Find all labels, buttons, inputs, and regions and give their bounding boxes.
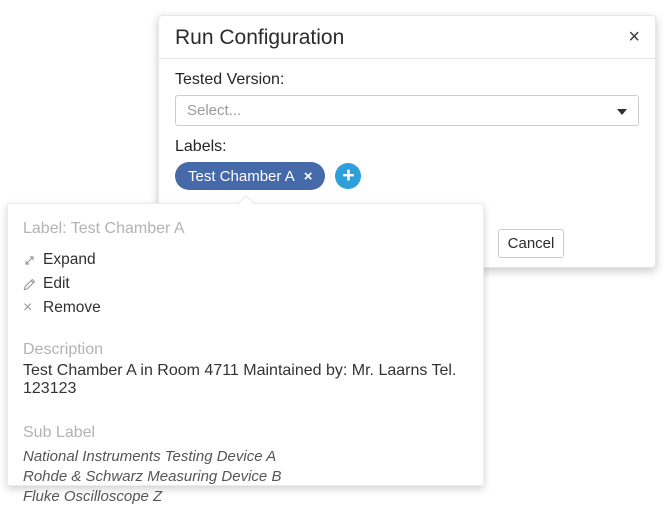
tested-version-placeholder: Select... [187, 102, 241, 119]
sub-label-list: National Instruments Testing Device A Ro… [23, 447, 468, 507]
chevron-down-icon [617, 109, 627, 115]
close-icon[interactable]: × [628, 24, 640, 50]
edit-icon [23, 278, 38, 291]
remove-icon: × [23, 301, 38, 315]
label-popover: Label: Test Chamber A Expand Edit × Remo… [7, 203, 484, 486]
sub-label-item: National Instruments Testing Device A [23, 447, 468, 467]
tested-version-select[interactable]: Select... [175, 95, 639, 126]
labels-label: Labels: [175, 138, 639, 156]
sub-label-item: Rohde & Schwarz Measuring Device B [23, 467, 468, 487]
edit-label: Edit [43, 275, 70, 293]
remove-action[interactable]: × Remove [23, 296, 468, 320]
tested-version-label: Tested Version: [175, 71, 639, 89]
popover-arrow-fill [238, 196, 254, 204]
description-text: Test Chamber A in Room 4711 Maintained b… [23, 362, 468, 398]
dialog-body: Tested Version: Select... Labels: Test C… [159, 59, 655, 190]
label-tag-text: Test Chamber A [188, 168, 295, 185]
remove-label: Remove [43, 299, 101, 317]
edit-action[interactable]: Edit [23, 272, 468, 296]
sub-label-item: Fluke Oscilloscope Z [23, 487, 468, 507]
expand-action[interactable]: Expand [23, 248, 468, 272]
description-heading: Description [23, 341, 468, 359]
labels-tag-row: Test Chamber A × + [175, 162, 639, 190]
popover-title: Label: Test Chamber A [23, 220, 468, 238]
add-label-button[interactable]: + [335, 163, 361, 189]
expand-icon [23, 254, 38, 267]
sub-label-heading: Sub Label [23, 424, 468, 442]
label-tag-test-chamber-a[interactable]: Test Chamber A × [175, 162, 325, 190]
tag-remove-icon[interactable]: × [304, 169, 313, 184]
page: Run Configuration × Tested Version: Sele… [0, 0, 667, 502]
cancel-button[interactable]: Cancel [498, 229, 564, 258]
dialog-title: Run Configuration [175, 24, 639, 51]
dialog-header: Run Configuration × [159, 16, 655, 59]
expand-label: Expand [43, 251, 96, 269]
